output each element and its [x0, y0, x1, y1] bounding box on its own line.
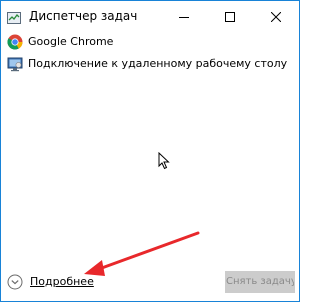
close-button[interactable] — [253, 1, 299, 31]
list-item-chrome[interactable]: Google Chrome — [1, 31, 299, 53]
maximize-button[interactable] — [207, 1, 253, 31]
maximize-icon — [225, 7, 235, 26]
footer-bar: Подробнее Снять задачу — [1, 263, 299, 301]
list-item-remote-desktop[interactable]: Подключение к удаленному рабочему столу — [1, 53, 299, 75]
task-manager-icon — [7, 9, 21, 24]
process-name: Подключение к удаленному рабочему столу — [28, 57, 288, 70]
close-icon — [270, 7, 282, 26]
task-manager-window: Диспетчер задач Google Chrome Подключени… — [0, 0, 300, 302]
process-name: Google Chrome — [28, 35, 114, 48]
end-task-button[interactable]: Снять задачу — [225, 271, 295, 293]
window-title: Диспетчер задач — [29, 9, 138, 23]
remote-desktop-icon — [7, 56, 23, 72]
mouse-cursor-icon — [158, 151, 170, 170]
minimize-icon — [179, 7, 189, 26]
minimize-button[interactable] — [161, 1, 207, 31]
details-toggle[interactable]: Подробнее — [5, 272, 95, 292]
details-label[interactable]: Подробнее — [30, 273, 94, 291]
chrome-icon — [7, 34, 23, 50]
title-bar[interactable]: Диспетчер задач — [1, 1, 299, 31]
chevron-down-circle-icon — [7, 274, 23, 290]
